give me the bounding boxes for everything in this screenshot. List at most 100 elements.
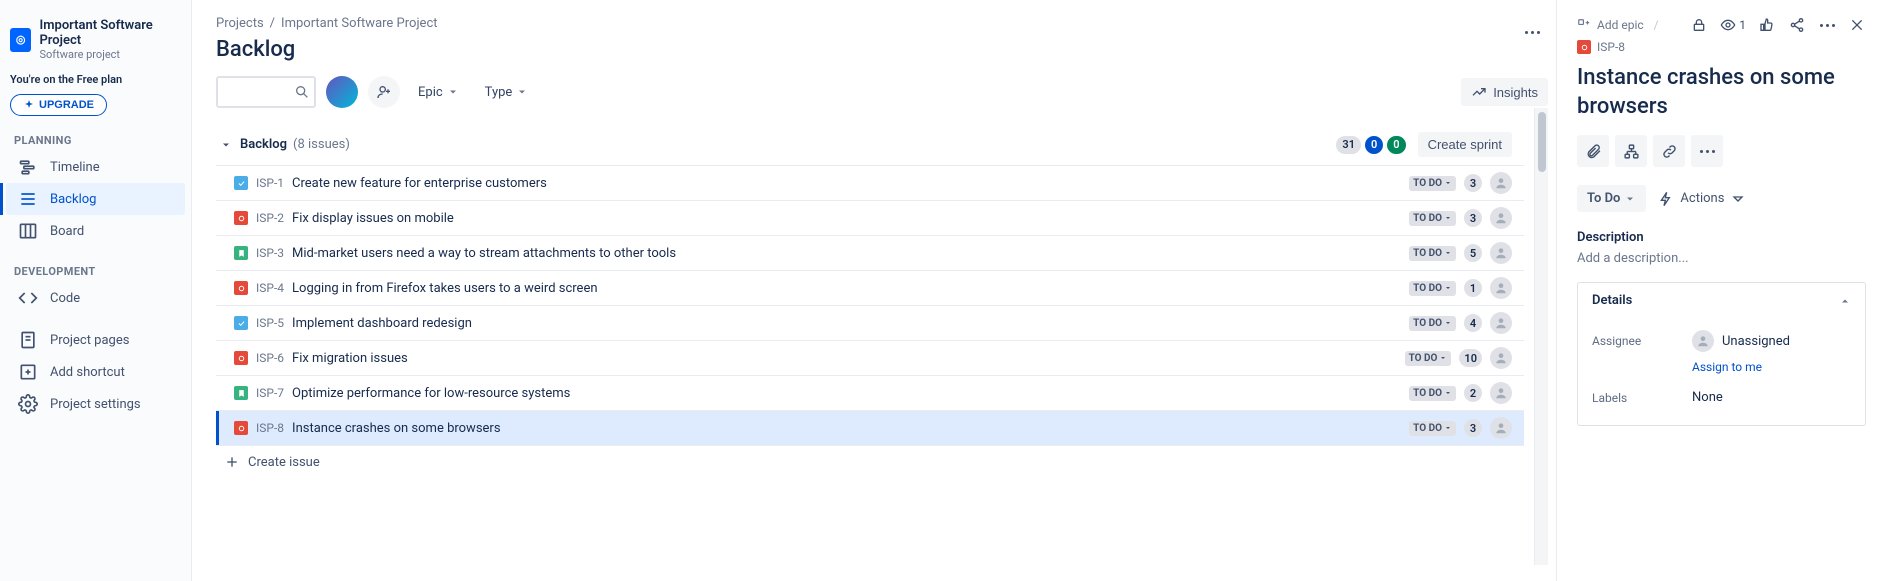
- backlog-scroll[interactable]: Backlog (8 issues) 31 0 0 Create sprint …: [216, 124, 1534, 565]
- issue-row[interactable]: ISP-8Instance crashes on some browsersTO…: [216, 411, 1524, 446]
- detail-more-button[interactable]: [1818, 16, 1836, 34]
- status-lozenge[interactable]: TO DO: [1409, 246, 1456, 261]
- search-icon: [294, 84, 310, 100]
- description-label: Description: [1577, 230, 1866, 245]
- assignee-avatar[interactable]: [1490, 417, 1512, 439]
- add-shortcut-icon: [18, 362, 38, 382]
- assignee-avatar[interactable]: [1490, 312, 1512, 334]
- eye-icon: [1720, 17, 1736, 33]
- attachment-icon: [1585, 143, 1602, 160]
- project-switcher[interactable]: ◎ Important Software Project Software pr…: [6, 12, 185, 71]
- assignee-value[interactable]: Unassigned: [1722, 334, 1790, 349]
- unassigned-avatar-icon: [1692, 330, 1714, 352]
- project-title: Important Software Project: [39, 18, 181, 48]
- assignee-avatar[interactable]: [1490, 172, 1512, 194]
- epic-filter[interactable]: Epic: [410, 79, 467, 106]
- backlog-group-header[interactable]: Backlog (8 issues) 31 0 0 Create sprint: [216, 124, 1524, 165]
- nav-project-pages[interactable]: Project pages: [6, 324, 185, 356]
- lock-button[interactable]: [1690, 16, 1708, 34]
- project-subtitle: Software project: [39, 48, 181, 61]
- create-issue-button[interactable]: Create issue: [216, 446, 1524, 478]
- add-child-button[interactable]: [1615, 135, 1647, 167]
- section-label-planning: PLANNING: [6, 116, 185, 151]
- issue-row[interactable]: ISP-5Implement dashboard redesignTO DO4: [216, 306, 1524, 341]
- breadcrumb-project[interactable]: Important Software Project: [281, 16, 437, 31]
- issue-summary: Instance crashes on some browsers: [292, 421, 501, 436]
- status-lozenge[interactable]: TO DO: [1409, 281, 1456, 296]
- labels-value[interactable]: None: [1692, 390, 1723, 405]
- status-lozenge[interactable]: TO DO: [1409, 386, 1456, 401]
- bug-icon: [234, 211, 248, 225]
- details-panel: Details Assignee Unassigned Assign to me…: [1577, 282, 1866, 426]
- status-lozenge[interactable]: TO DO: [1409, 176, 1456, 191]
- assignee-avatar[interactable]: [1490, 207, 1512, 229]
- nav-code[interactable]: Code: [6, 282, 185, 314]
- status-dropdown[interactable]: To Do: [1577, 185, 1646, 212]
- upgrade-button[interactable]: UPGRADE: [10, 94, 107, 116]
- status-lozenge[interactable]: TO DO: [1409, 316, 1456, 331]
- project-icon: ◎: [10, 28, 31, 52]
- issue-row[interactable]: ISP-7Optimize performance for low-resour…: [216, 376, 1524, 411]
- bug-icon: [234, 351, 248, 365]
- vertical-scrollbar[interactable]: [1534, 108, 1548, 565]
- assignee-avatar[interactable]: [1490, 347, 1512, 369]
- detail-issue-key[interactable]: ISP-8: [1597, 40, 1625, 54]
- pages-icon: [18, 330, 38, 350]
- like-button[interactable]: [1758, 16, 1776, 34]
- chevron-down-icon: [1730, 191, 1746, 207]
- nav-backlog[interactable]: Backlog: [6, 183, 185, 215]
- breadcrumb-projects[interactable]: Projects: [216, 16, 264, 31]
- details-toggle[interactable]: Details: [1578, 283, 1865, 318]
- issue-key: ISP-6: [256, 351, 284, 365]
- issue-row[interactable]: ISP-2Fix display issues on mobileTO DO3: [216, 201, 1524, 236]
- add-people-button[interactable]: [368, 76, 400, 108]
- nav-project-settings[interactable]: Project settings: [6, 388, 185, 420]
- status-lozenge[interactable]: TO DO: [1409, 211, 1456, 226]
- issue-row[interactable]: ISP-6Fix migration issuesTO DO10: [216, 341, 1524, 376]
- issue-row[interactable]: ISP-1 Create new feature for enterprise c…: [216, 166, 1524, 201]
- issue-summary: Implement dashboard redesign: [292, 316, 472, 331]
- estimate-badge: 10: [1459, 349, 1482, 367]
- add-epic-link[interactable]: Add epic: [1597, 18, 1644, 32]
- create-sprint-button[interactable]: Create sprint: [1418, 132, 1512, 157]
- issue-title[interactable]: Instance crashes on some browsers: [1577, 64, 1866, 121]
- status-lozenge[interactable]: TO DO: [1405, 351, 1452, 366]
- share-button[interactable]: [1788, 16, 1806, 34]
- code-icon: [18, 288, 38, 308]
- main-area: Projects / Important Software Project Ba…: [192, 0, 1886, 581]
- issue-key: ISP-7: [256, 386, 284, 400]
- nav-board[interactable]: Board: [6, 215, 185, 247]
- issue-key: ISP-3: [256, 246, 284, 260]
- close-detail-button[interactable]: [1848, 16, 1866, 34]
- issue-detail-panel: Add epic / 1 ISP-8 Instance crashes on s…: [1556, 0, 1886, 581]
- description-input[interactable]: Add a description...: [1577, 251, 1866, 266]
- assign-to-me-link[interactable]: Assign to me: [1692, 360, 1762, 374]
- nav-timeline[interactable]: Timeline: [6, 151, 185, 183]
- issue-key: ISP-1: [256, 176, 284, 190]
- attach-button[interactable]: [1577, 135, 1609, 167]
- type-filter[interactable]: Type: [477, 79, 537, 106]
- bug-icon: [1577, 40, 1591, 54]
- watch-button[interactable]: 1: [1720, 16, 1746, 34]
- issue-summary: Create new feature for enterprise custom…: [292, 176, 547, 191]
- nav-add-shortcut[interactable]: Add shortcut: [6, 356, 185, 388]
- issue-key: ISP-5: [256, 316, 284, 330]
- user-avatar-filter[interactable]: [326, 76, 358, 108]
- issue-summary: Logging in from Firefox takes users to a…: [292, 281, 598, 296]
- assignee-avatar[interactable]: [1490, 242, 1512, 264]
- actions-dropdown[interactable]: Actions: [1658, 191, 1746, 207]
- link-issue-button[interactable]: [1653, 135, 1685, 167]
- issue-row[interactable]: ISP-3Mid-market users need a way to stre…: [216, 236, 1524, 271]
- issue-row[interactable]: ISP-4Logging in from Firefox takes users…: [216, 271, 1524, 306]
- status-lozenge[interactable]: TO DO: [1409, 421, 1456, 436]
- estimate-badge: 3: [1464, 209, 1482, 227]
- assignee-avatar[interactable]: [1490, 277, 1512, 299]
- plan-note: You're on the Free plan: [6, 71, 185, 94]
- more-icon: [1700, 150, 1715, 153]
- insights-button[interactable]: Insights: [1461, 78, 1548, 106]
- page-more-button[interactable]: [1516, 16, 1548, 48]
- more-actions-button[interactable]: [1691, 135, 1723, 167]
- assignee-avatar[interactable]: [1490, 382, 1512, 404]
- bug-icon: [234, 421, 248, 435]
- estimate-badge: 5: [1464, 244, 1482, 262]
